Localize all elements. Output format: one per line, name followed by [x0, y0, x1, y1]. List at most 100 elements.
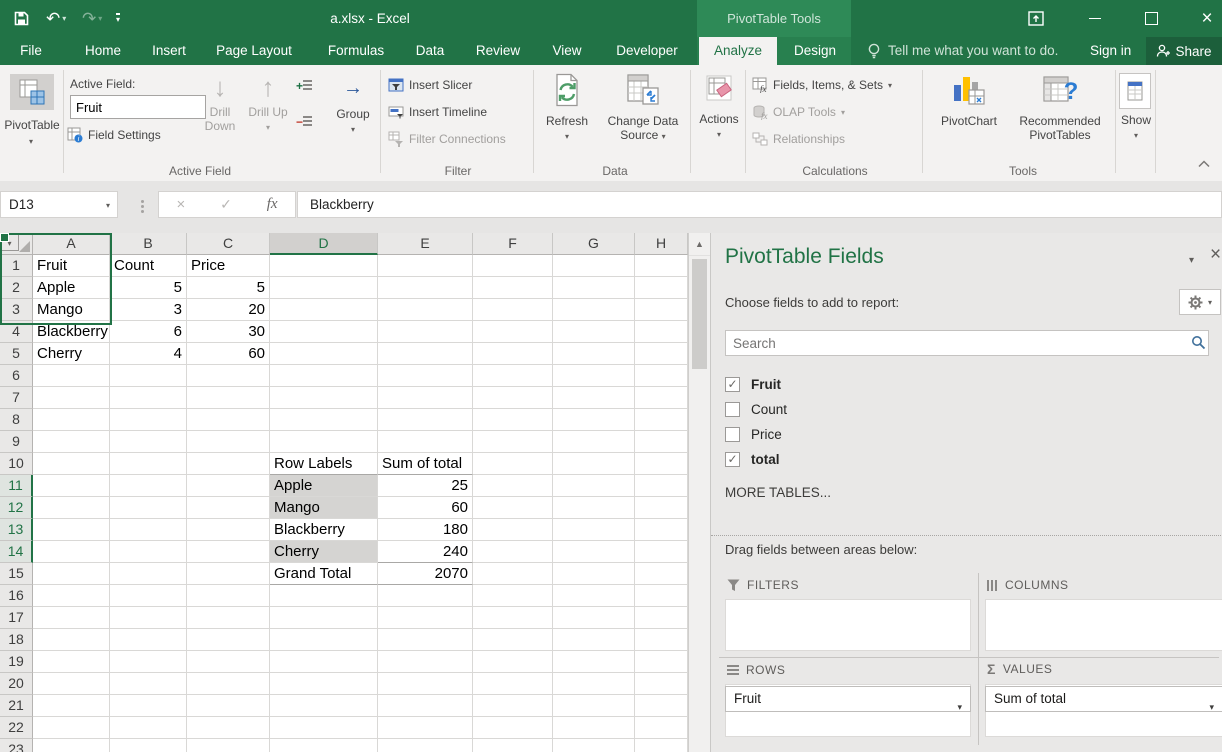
grid-cell-D10[interactable]: Row Labels: [270, 453, 378, 475]
grid-cell-E21[interactable]: [378, 695, 473, 717]
tab-analyze[interactable]: Analyze: [699, 37, 777, 65]
group-button[interactable]: → Group ▾: [330, 73, 376, 135]
grid-cell-F15[interactable]: [473, 563, 553, 585]
grid-cell-H13[interactable]: [635, 519, 688, 541]
grid-cell-B13[interactable]: [110, 519, 187, 541]
grid-cell-A16[interactable]: [33, 585, 110, 607]
search-icon[interactable]: [1191, 335, 1206, 355]
grid-cell-F13[interactable]: [473, 519, 553, 541]
grid-cell-H5[interactable]: [635, 343, 688, 365]
grid-cell-E10[interactable]: Sum of total: [378, 453, 473, 475]
grid-cell-F16[interactable]: [473, 585, 553, 607]
grid-cell-E18[interactable]: [378, 629, 473, 651]
cancel-icon[interactable]: ×: [176, 196, 185, 213]
grid-cell-E2[interactable]: [378, 277, 473, 299]
grid-cell-F11[interactable]: [473, 475, 553, 497]
grid-cell-D4[interactable]: [270, 321, 378, 343]
row-header-13[interactable]: 13: [0, 519, 33, 541]
tab-formulas[interactable]: Formulas: [320, 37, 392, 65]
grid-cell-G9[interactable]: [553, 431, 635, 453]
grid-cell-D2[interactable]: [270, 277, 378, 299]
grid-cell-G19[interactable]: [553, 651, 635, 673]
grid-cell-E11[interactable]: 25: [378, 475, 473, 497]
grid-cell-B20[interactable]: [110, 673, 187, 695]
grid-cell-C6[interactable]: [187, 365, 270, 387]
grid-cell-C23[interactable]: [187, 739, 270, 752]
values-field-pill-sum-of-total[interactable]: Sum of total▾: [985, 686, 1222, 712]
grid-cell-A14[interactable]: [33, 541, 110, 563]
tab-data[interactable]: Data: [406, 37, 454, 65]
drill-down-button[interactable]: ↓ Drill Down: [198, 73, 242, 133]
undo-dropdown-icon[interactable]: ▾: [62, 14, 66, 23]
grid-cell-F3[interactable]: [473, 299, 553, 321]
field-item-price[interactable]: Price: [725, 423, 1025, 445]
redo-button[interactable]: ↷▾: [82, 0, 102, 37]
name-box-dropdown-icon[interactable]: ▾: [106, 201, 110, 210]
grid-cell-C13[interactable]: [187, 519, 270, 541]
grid-cell-G7[interactable]: [553, 387, 635, 409]
field-checkbox-price[interactable]: [725, 427, 740, 442]
grid-cell-G10[interactable]: [553, 453, 635, 475]
grid-cell-B14[interactable]: [110, 541, 187, 563]
grid-cell-G23[interactable]: [553, 739, 635, 752]
grid-cell-F12[interactable]: [473, 497, 553, 519]
field-checkbox-fruit[interactable]: ✓: [725, 377, 740, 392]
insert-timeline-button[interactable]: Insert Timeline: [388, 102, 487, 122]
grid-cell-F8[interactable]: [473, 409, 553, 431]
maximize-button[interactable]: [1134, 0, 1168, 37]
scroll-up-icon[interactable]: ▲: [689, 233, 710, 256]
grid-cell-B22[interactable]: [110, 717, 187, 739]
grid-cell-E3[interactable]: [378, 299, 473, 321]
grid-cell-F14[interactable]: [473, 541, 553, 563]
grid-cell-F6[interactable]: [473, 365, 553, 387]
grid-cell-A2[interactable]: Apple: [33, 277, 110, 299]
grid-cell-H3[interactable]: [635, 299, 688, 321]
grid-cell-D7[interactable]: [270, 387, 378, 409]
grid-cell-A8[interactable]: [33, 409, 110, 431]
grid-cell-A20[interactable]: [33, 673, 110, 695]
grid-cell-G17[interactable]: [553, 607, 635, 629]
grid-cell-F7[interactable]: [473, 387, 553, 409]
grid-cell-D15[interactable]: Grand Total: [270, 563, 378, 585]
formula-input[interactable]: Blackberry: [297, 191, 1222, 218]
grid-cell-B4[interactable]: 6: [110, 321, 187, 343]
grid-cell-C3[interactable]: 20: [187, 299, 270, 321]
grid-cell-F5[interactable]: [473, 343, 553, 365]
grid-cell-E6[interactable]: [378, 365, 473, 387]
grid-cell-B11[interactable]: [110, 475, 187, 497]
save-icon[interactable]: [14, 0, 29, 37]
row-header-16[interactable]: 16: [0, 585, 33, 607]
collapse-ribbon-button[interactable]: [1198, 157, 1210, 171]
grid-cell-H21[interactable]: [635, 695, 688, 717]
grid-cell-F9[interactable]: [473, 431, 553, 453]
minimize-button[interactable]: [1078, 0, 1112, 37]
row-header-4[interactable]: 4: [0, 321, 33, 343]
grid-cell-E8[interactable]: [378, 409, 473, 431]
search-input[interactable]: [725, 330, 1209, 356]
columns-area-box[interactable]: [985, 599, 1222, 651]
grid-cell-D17[interactable]: [270, 607, 378, 629]
pill-dropdown-icon[interactable]: ▾: [957, 695, 962, 719]
grid-cell-A23[interactable]: [33, 739, 110, 752]
insert-slicer-button[interactable]: Insert Slicer: [388, 75, 472, 95]
drill-up-button[interactable]: ↑ Drill Up ▾: [246, 73, 290, 133]
grid-cell-H9[interactable]: [635, 431, 688, 453]
grid-cell-F1[interactable]: [473, 255, 553, 277]
grid-cell-C17[interactable]: [187, 607, 270, 629]
grid-cell-D9[interactable]: [270, 431, 378, 453]
grid-cell-C21[interactable]: [187, 695, 270, 717]
grid-cell-B9[interactable]: [110, 431, 187, 453]
grid-cell-E16[interactable]: [378, 585, 473, 607]
grid-cell-H16[interactable]: [635, 585, 688, 607]
enter-icon[interactable]: ✓: [220, 196, 232, 213]
grid-cell-G14[interactable]: [553, 541, 635, 563]
row-header-6[interactable]: 6: [0, 365, 33, 387]
pivottable-dropdown-icon[interactable]: ▾: [29, 137, 33, 146]
grid-cell-B16[interactable]: [110, 585, 187, 607]
filter-connections-button[interactable]: Filter Connections: [388, 129, 506, 149]
grid-cell-E4[interactable]: [378, 321, 473, 343]
grid-cell-H1[interactable]: [635, 255, 688, 277]
grid-cell-B10[interactable]: [110, 453, 187, 475]
grid-cell-D12[interactable]: Mango: [270, 497, 378, 519]
row-header-23[interactable]: 23: [0, 739, 33, 752]
